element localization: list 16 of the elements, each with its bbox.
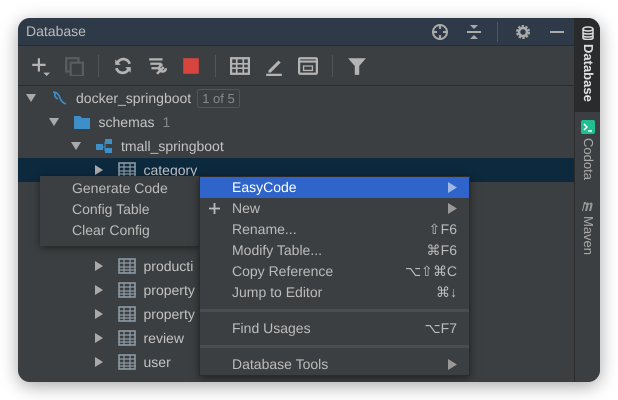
tree-label: review xyxy=(144,328,184,348)
item-count: 1 xyxy=(162,112,170,132)
tree-label: user xyxy=(144,352,171,372)
tree-label: property xyxy=(144,280,195,300)
shortcut-hint: ⌘F6 xyxy=(426,241,457,260)
tree-label: property xyxy=(144,304,195,324)
tree-label: docker_springboot xyxy=(76,88,192,108)
shortcut-hint: ⌘↓ xyxy=(436,283,457,302)
tree-label: producti xyxy=(144,256,194,276)
tree-label: tmall_springboot xyxy=(121,136,224,156)
shortcut-hint: ⌥F7 xyxy=(424,319,457,338)
panel-title: Database xyxy=(26,22,86,41)
count-badge: 1 of 5 xyxy=(197,88,240,108)
shortcut-hint: ⌥⇧⌘C xyxy=(404,262,457,281)
shortcut-hint: ⇧F6 xyxy=(428,220,457,239)
tree-label: schemas xyxy=(98,112,155,132)
